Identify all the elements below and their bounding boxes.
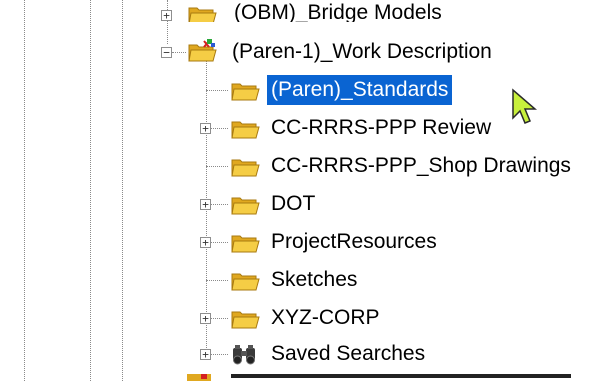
folder-icon [231,311,260,329]
tree-item-label: Sketches [271,268,358,291]
mouse-cursor-icon [512,88,538,124]
tree-connector [211,354,228,355]
tree-item-xyz-corp[interactable]: + XYZ-CORP [0,301,603,335]
tree-item-label: (OBM)_Bridge Models [234,1,442,22]
folder-project-icon [187,374,211,381]
collapse-toggle[interactable]: − [161,47,172,58]
tree-item-label: ProjectResources [271,230,437,253]
tree-connector [206,166,228,167]
tree-item-label: (Paren-1)_Work Description [232,40,492,63]
tree-item-projectresources[interactable]: + ProjectResources [0,225,603,259]
folder-project-icon [188,7,217,22]
tree-item-paren-1-work-description[interactable]: − (Paren-1)_Work Description [0,35,603,69]
tree-item-label-partial [231,374,571,378]
tree-item-label: CC-RRRS-PPP_Shop Drawings [271,154,571,177]
tree-item-saved-searches[interactable]: + Saved Searches [0,337,603,371]
expand-toggle[interactable]: + [200,123,211,134]
expand-toggle[interactable]: + [200,199,211,210]
expand-toggle[interactable]: + [200,237,211,248]
tree-connector [206,90,228,91]
folder-icon [231,197,260,215]
folder-icon [231,83,260,101]
expand-toggle[interactable]: + [200,349,211,360]
tree-connector [206,280,228,281]
folder-icon [231,273,260,291]
tree-item-partial [187,374,603,381]
expand-toggle[interactable]: + [161,10,172,21]
project-badge [201,374,207,379]
tree-item-label: DOT [271,192,316,215]
folder-icon [231,235,260,253]
tree-item-label: (Paren)_Standards [267,75,453,105]
tree-item-label: Saved Searches [271,342,426,365]
tree-connector [211,128,228,129]
tree-connector [211,242,228,243]
tree-item-dot[interactable]: + DOT [0,187,603,221]
tree-connector [211,318,228,319]
tree-item-label: XYZ-CORP [271,306,380,329]
folder-project-icon [188,39,217,62]
tree-item-cc-rrrs-ppp-shop-drawings[interactable]: CC-RRRS-PPP_Shop Drawings [0,149,603,183]
binoculars-icon [233,345,255,365]
tree-item-sketches[interactable]: Sketches [0,263,603,297]
tree-connector [172,52,186,53]
folder-icon [231,159,260,177]
tree-connector [211,204,228,205]
folder-icon [231,121,260,139]
tree-item-obm-bridge-models[interactable]: + (OBM)_Bridge Models [0,0,603,22]
tree-item-label: CC-RRRS-PPP Review [271,116,492,139]
expand-toggle[interactable]: + [200,313,211,324]
